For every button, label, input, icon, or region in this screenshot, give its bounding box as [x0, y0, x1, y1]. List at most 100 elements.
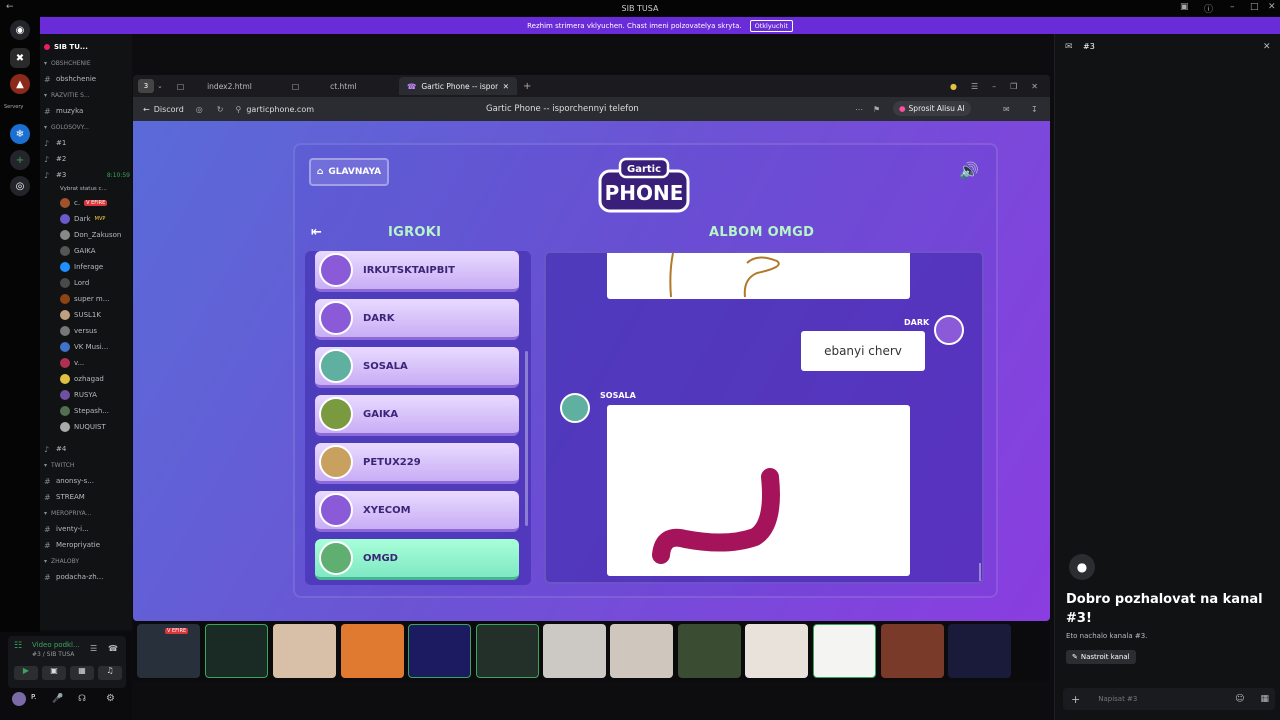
channel-cat[interactable]: ▾ TWITCH: [44, 458, 130, 472]
server-icon-snow[interactable]: ❄: [10, 124, 30, 144]
close-window-icon[interactable]: ✕: [1268, 2, 1276, 12]
voice-user[interactable]: GAIKA: [60, 244, 130, 258]
more-icon[interactable]: ⋯: [855, 105, 863, 114]
voice-user[interactable]: Inferage: [60, 260, 130, 274]
tabs-dropdown-icon[interactable]: ⌄: [157, 82, 169, 90]
voice-user[interactable]: RUSYA: [60, 388, 130, 402]
restore-icon[interactable]: ❐: [1010, 82, 1017, 91]
stream-tile[interactable]: [881, 624, 944, 678]
screen-share-button[interactable]: ▣: [42, 666, 66, 680]
back-arrow-icon[interactable]: ←: [6, 2, 14, 12]
voice-user[interactable]: super m...: [60, 292, 130, 306]
url-field[interactable]: garticphone.com: [246, 105, 314, 114]
channel-voice[interactable]: ♪ #3 8:10:59: [44, 168, 130, 182]
screen-icon[interactable]: ▣: [1180, 2, 1189, 12]
speaker-icon[interactable]: 🔊: [959, 161, 979, 180]
stream-tile[interactable]: [476, 624, 539, 678]
channel-text[interactable]: # iventy-i...: [44, 522, 130, 536]
channel-voice[interactable]: ♪ #4: [44, 442, 130, 456]
mic-icon[interactable]: 🎤: [52, 694, 63, 704]
soundboard-button[interactable]: ♫: [98, 666, 122, 680]
discord-home-icon[interactable]: ◉: [10, 20, 30, 40]
channel-text[interactable]: # muzyka: [44, 104, 130, 118]
players-scrollbar[interactable]: [525, 351, 528, 526]
discover-icon[interactable]: ◎: [10, 176, 30, 196]
message-input[interactable]: + Napisat #3 ☺ ▦: [1063, 688, 1275, 710]
voice-user[interactable]: NUQUIST: [60, 420, 130, 434]
album-scrollbar[interactable]: [979, 563, 981, 581]
add-server-icon[interactable]: +: [10, 150, 30, 170]
close-chat-icon[interactable]: ✕: [1263, 42, 1271, 52]
new-tab-icon[interactable]: +: [523, 81, 531, 92]
exit-icon[interactable]: ⇤: [311, 225, 322, 240]
stream-tile[interactable]: [745, 624, 808, 678]
channel-cat[interactable]: ▾ ZHALOBY: [44, 554, 130, 568]
player-row[interactable]: OMGD: [315, 539, 519, 580]
close-tab-icon[interactable]: ✕: [503, 82, 509, 91]
settings-gear-icon[interactable]: ⚙: [106, 693, 115, 704]
chat-icon[interactable]: ✉: [1003, 105, 1010, 114]
player-row[interactable]: XYECOM: [315, 491, 519, 532]
stream-tile[interactable]: [610, 624, 673, 678]
channel-settings-button[interactable]: ✎ Nastroit kanal: [1066, 650, 1136, 664]
ask-alice-button[interactable]: ● Sprosit Alisu AI: [893, 101, 971, 116]
stream-tile[interactable]: V EFIRE: [137, 624, 200, 678]
shield-icon[interactable]: ◎: [196, 105, 203, 114]
apps-icon[interactable]: ▦: [1260, 694, 1269, 704]
voice-user[interactable]: SUSL1K: [60, 308, 130, 322]
download-icon[interactable]: ↧: [1031, 105, 1038, 114]
voice-user[interactable]: ozhagad: [60, 372, 130, 386]
disconnect-icon[interactable]: ☎: [108, 644, 118, 653]
tab-index2[interactable]: □ index2.html: [169, 77, 284, 95]
server-name[interactable]: SIB TU...: [44, 40, 130, 54]
channel-cat[interactable]: ▾ MEROPRIYA...: [44, 506, 130, 520]
emoji-icon[interactable]: ☺: [1235, 694, 1244, 704]
home-button[interactable]: ⌂ GLAVNAYA: [309, 158, 389, 186]
player-row[interactable]: GAIKA: [315, 395, 519, 436]
channel-cat[interactable]: ▾ OBSHCHENIE: [44, 56, 130, 70]
player-row[interactable]: IRKUTSKTAIPBIT: [315, 251, 519, 292]
voice-user[interactable]: versus: [60, 324, 130, 338]
maximize-icon[interactable]: □: [1250, 2, 1259, 12]
minimize-browser-icon[interactable]: –: [992, 82, 996, 91]
player-row[interactable]: DARK: [315, 299, 519, 340]
menu-icon[interactable]: ☰: [971, 82, 978, 91]
tab-count-badge[interactable]: 3: [138, 79, 154, 93]
minimize-icon[interactable]: –: [1230, 2, 1235, 12]
server-icon-sib[interactable]: ✖: [10, 48, 30, 68]
channel-voice[interactable]: ♪ #2: [44, 152, 130, 166]
voice-user[interactable]: v...: [60, 356, 130, 370]
voice-user[interactable]: Dark MVP: [60, 212, 130, 226]
tab-gartic-phone[interactable]: ☎ Gartic Phone -- ispor... ✕: [399, 77, 517, 95]
avatar[interactable]: [12, 692, 26, 706]
bookmark-icon[interactable]: ⚑: [873, 105, 880, 114]
stream-tile[interactable]: [273, 624, 336, 678]
activity-button[interactable]: ▦: [70, 666, 94, 680]
channel-cat[interactable]: ▾ GOLOSOVY...: [44, 120, 130, 134]
player-row[interactable]: SOSALA: [315, 347, 519, 388]
channel-text[interactable]: # obshchenie: [44, 72, 130, 86]
headphones-icon[interactable]: ☊: [78, 694, 86, 704]
channel-text[interactable]: # anonsy-s...: [44, 474, 130, 488]
channel-text[interactable]: # STREAM: [44, 490, 130, 504]
add-attachment-icon[interactable]: +: [1071, 693, 1080, 706]
channel-status[interactable]: Vybrat status c...: [60, 184, 132, 194]
help-icon[interactable]: ⓘ: [1204, 2, 1213, 15]
reload-icon[interactable]: ↻: [217, 105, 224, 114]
voice-user[interactable]: c. V EFIRE: [60, 196, 130, 210]
voice-user[interactable]: Stepash...: [60, 404, 130, 418]
server-icon-fire[interactable]: ▲: [10, 74, 30, 94]
voice-user[interactable]: Lord: [60, 276, 130, 290]
stream-tile[interactable]: [205, 624, 268, 678]
channel-cat[interactable]: ▾ RAZVITIE S...: [44, 88, 130, 102]
camera-button[interactable]: ▶: [14, 666, 38, 680]
stream-tile[interactable]: [341, 624, 404, 678]
stream-tile[interactable]: [948, 624, 1011, 678]
tab-ct[interactable]: □ ct.html: [284, 77, 399, 95]
stream-tile[interactable]: [813, 624, 876, 678]
noise-icon[interactable]: ☰: [90, 644, 97, 653]
stream-tile[interactable]: [408, 624, 471, 678]
player-row[interactable]: PETUX229: [315, 443, 519, 484]
disable-streamer-mode-button[interactable]: Otklyuchit: [749, 19, 793, 32]
profile-icon[interactable]: ●: [950, 82, 957, 91]
